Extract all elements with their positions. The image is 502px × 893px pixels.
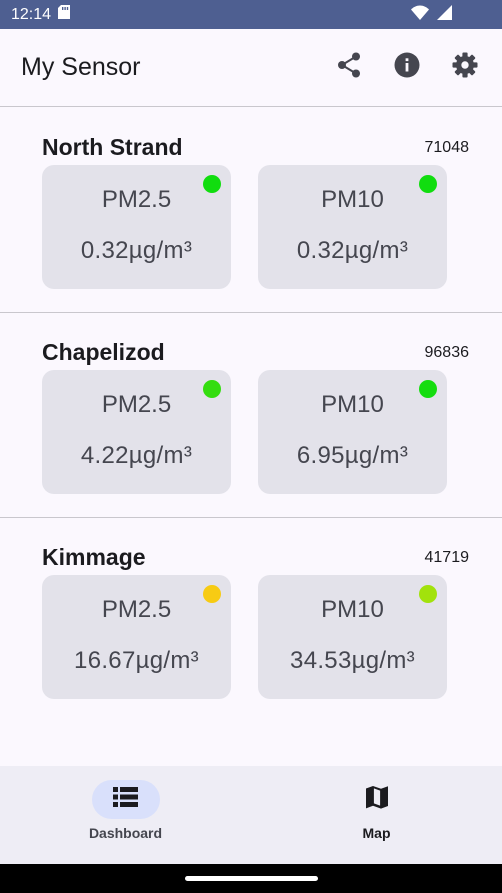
reading-value: 0.32µg/m³ — [80, 237, 193, 264]
status-time: 12:14 — [11, 5, 52, 23]
sensor-name: Chapelizod — [42, 339, 165, 365]
bottom-navigation: Dashboard Map — [0, 766, 502, 864]
reading-card-pm10[interactable]: PM10 0.32µg/m³ — [258, 165, 447, 289]
status-indicator-dot — [203, 380, 221, 398]
system-gesture-area — [0, 864, 502, 893]
signal-icon — [437, 4, 452, 25]
reading-value: 0.32µg/m³ — [296, 237, 409, 264]
settings-button[interactable] — [436, 39, 494, 97]
nav-icon-container — [343, 780, 411, 819]
gear-icon — [452, 52, 478, 83]
reading-type: PM10 — [321, 596, 384, 623]
nav-item-map[interactable]: Map — [251, 766, 502, 864]
wifi-icon — [411, 5, 429, 25]
sensor-id: 96836 — [424, 344, 470, 361]
sensor-id: 41719 — [424, 549, 470, 566]
reading-value: 34.53µg/m³ — [290, 647, 415, 674]
sensor-name: Kimmage — [42, 544, 146, 570]
sensor-section-chapelizod: Chapelizod 96836 PM2.5 4.22µg/m³ PM10 6.… — [0, 313, 502, 518]
reading-card-pm25[interactable]: PM2.5 4.22µg/m³ — [42, 370, 231, 494]
sensor-section-north-strand: North Strand 71048 PM2.5 0.32µg/m³ PM10 … — [0, 108, 502, 313]
nav-label-map: Map — [362, 825, 391, 841]
status-indicator-dot — [419, 175, 437, 193]
reading-value: 4.22µg/m³ — [80, 442, 193, 469]
sensor-section-kimmage: Kimmage 41719 PM2.5 16.67µg/m³ PM10 34.5… — [0, 518, 502, 723]
share-icon — [337, 52, 361, 83]
reading-card-pm10[interactable]: PM10 34.53µg/m³ — [258, 575, 447, 699]
status-indicator-dot — [203, 585, 221, 603]
status-indicator-dot — [203, 175, 221, 193]
gesture-handle[interactable] — [185, 876, 318, 881]
reading-value: 6.95µg/m³ — [296, 442, 409, 469]
reading-card-pm25[interactable]: PM2.5 0.32µg/m³ — [42, 165, 231, 289]
reading-type: PM10 — [321, 391, 384, 418]
nav-active-indicator — [91, 780, 160, 819]
nav-label-dashboard: Dashboard — [88, 825, 163, 841]
status-indicator-dot — [419, 585, 437, 603]
sensor-name: North Strand — [42, 134, 183, 160]
reading-value: 16.67µg/m³ — [74, 647, 199, 674]
status-indicator-dot — [419, 380, 437, 398]
map-icon — [365, 785, 389, 814]
reading-type: PM10 — [321, 186, 384, 213]
app-title: My Sensor — [21, 53, 141, 81]
info-button[interactable] — [378, 39, 436, 97]
list-icon — [113, 787, 138, 812]
sensor-id: 71048 — [424, 139, 470, 156]
nav-item-dashboard[interactable]: Dashboard — [0, 766, 251, 864]
reading-card-pm25[interactable]: PM2.5 16.67µg/m³ — [42, 575, 231, 699]
reading-type: PM2.5 — [101, 391, 172, 418]
share-button[interactable] — [320, 39, 378, 97]
status-bar: 12:14 — [0, 0, 502, 29]
reading-type: PM2.5 — [101, 596, 172, 623]
app-bar: My Sensor — [0, 29, 502, 107]
info-icon — [394, 52, 420, 83]
reading-card-pm10[interactable]: PM10 6.95µg/m³ — [258, 370, 447, 494]
sd-card-icon — [58, 5, 71, 24]
reading-type: PM2.5 — [101, 186, 172, 213]
